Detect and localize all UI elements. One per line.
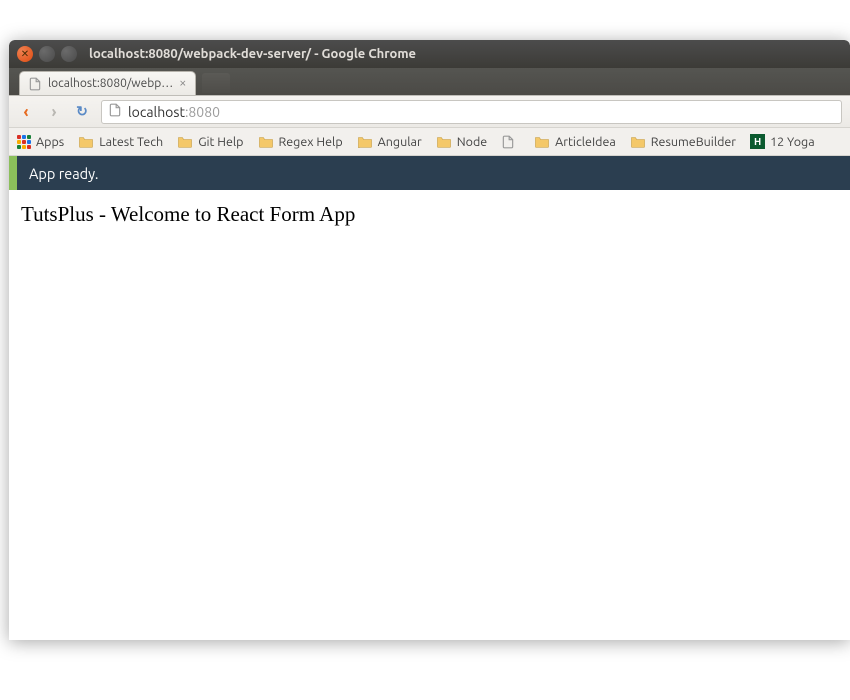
tab-close-icon[interactable]: × <box>179 77 186 90</box>
bookmark-label: ResumeBuilder <box>651 135 736 149</box>
address-bar[interactable]: localhost:8080 <box>101 100 842 124</box>
page-content: TutsPlus - Welcome to React Form App <box>9 190 850 239</box>
bookmark-folder[interactable]: Git Help <box>175 133 245 151</box>
forward-button: › <box>45 103 63 121</box>
toolbar: ‹ › ↻ localhost:8080 <box>9 96 850 128</box>
bookmark-label: ArticleIdea <box>555 135 616 149</box>
bookmark-folder[interactable]: Node <box>434 133 489 151</box>
url-text: localhost:8080 <box>128 104 220 120</box>
bookmark-folder[interactable]: Angular <box>355 133 424 151</box>
page-icon <box>501 135 515 149</box>
bookmark-folder[interactable]: ResumeBuilder <box>628 133 738 151</box>
status-bar: App ready. <box>9 156 850 190</box>
window-title: localhost:8080/webpack-dev-server/ - Goo… <box>89 47 416 61</box>
bookmarks-bar: Apps Latest Tech Git Help Regex Help Ang… <box>9 128 850 156</box>
site-favicon: H <box>750 134 765 149</box>
url-host: localhost <box>128 104 185 120</box>
folder-icon <box>357 135 373 148</box>
window-minimize-button[interactable] <box>39 46 55 62</box>
folder-icon <box>630 135 646 148</box>
window-maximize-button[interactable] <box>61 46 77 62</box>
window-close-button[interactable]: ✕ <box>17 46 33 62</box>
apps-shortcut[interactable]: Apps <box>15 133 66 151</box>
tabstrip: localhost:8080/webp… × <box>9 68 850 96</box>
titlebar: ✕ localhost:8080/webpack-dev-server/ - G… <box>9 40 850 68</box>
browser-window: ✕ localhost:8080/webpack-dev-server/ - G… <box>9 40 850 640</box>
bookmark-label: Git Help <box>198 135 243 149</box>
tab-title: localhost:8080/webp… <box>48 77 173 90</box>
folder-icon <box>436 135 452 148</box>
url-port: :8080 <box>185 104 220 120</box>
folder-icon <box>258 135 274 148</box>
browser-tab[interactable]: localhost:8080/webp… × <box>19 71 196 95</box>
reload-button[interactable]: ↻ <box>73 103 91 121</box>
status-text: App ready. <box>29 165 98 182</box>
folder-icon <box>177 135 193 148</box>
bookmark-label: 12 Yoga <box>770 135 815 149</box>
bookmark-label: Regex Help <box>279 135 343 149</box>
bookmark-page[interactable] <box>499 133 522 151</box>
bookmark-folder[interactable]: Regex Help <box>256 133 345 151</box>
back-button[interactable]: ‹ <box>17 103 35 121</box>
apps-icon <box>17 135 31 149</box>
bookmark-label: Angular <box>378 135 422 149</box>
bookmark-label: Node <box>457 135 487 149</box>
page-heading: TutsPlus - Welcome to React Form App <box>21 202 838 227</box>
bookmark-folder[interactable]: ArticleIdea <box>532 133 618 151</box>
folder-icon <box>78 135 94 148</box>
apps-label: Apps <box>36 135 64 149</box>
new-tab-button[interactable] <box>202 73 230 93</box>
page-icon <box>108 103 122 121</box>
bookmark-page[interactable]: H 12 Yoga <box>748 132 817 151</box>
folder-icon <box>534 135 550 148</box>
page-icon <box>28 77 42 91</box>
bookmark-folder[interactable]: Latest Tech <box>76 133 165 151</box>
bookmark-label: Latest Tech <box>99 135 163 149</box>
